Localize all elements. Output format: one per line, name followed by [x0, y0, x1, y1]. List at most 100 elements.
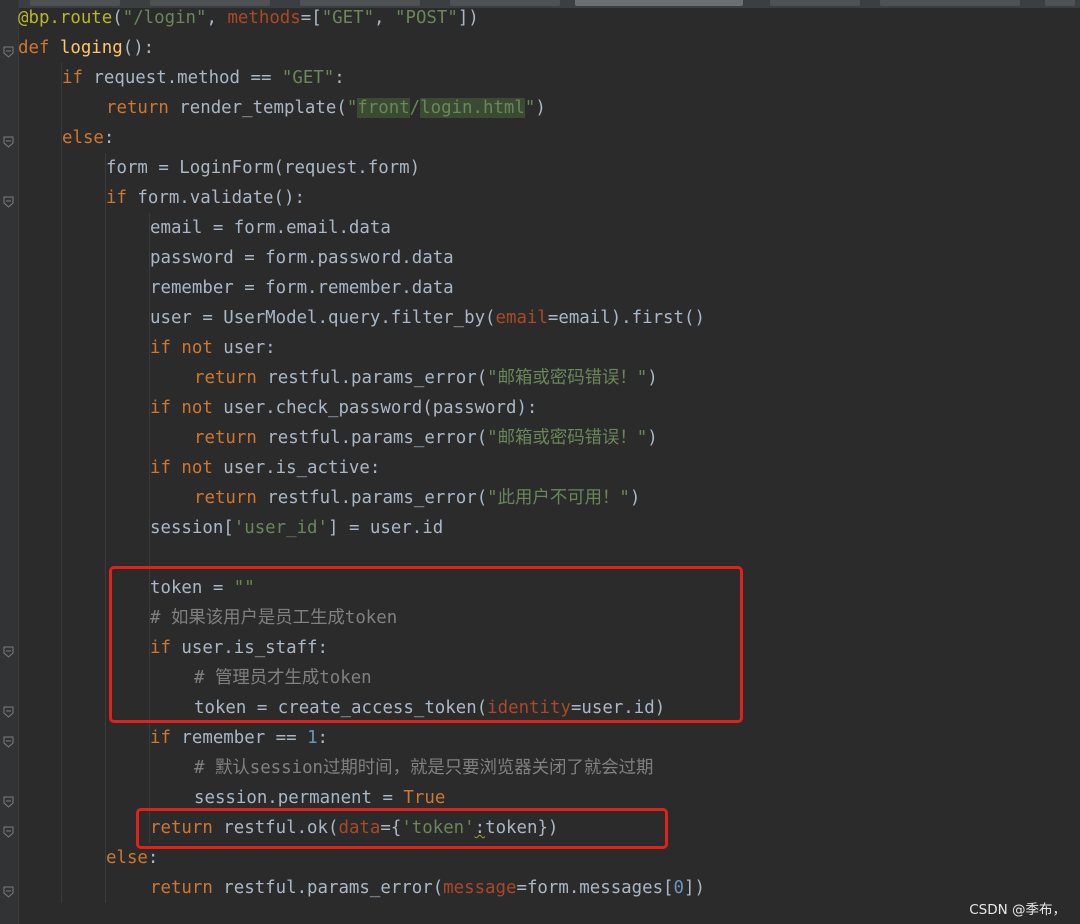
- code-token: email: [495, 308, 548, 328]
- code-token: (: [112, 8, 123, 28]
- code-line[interactable]: if not user.is_active:: [150, 453, 380, 483]
- fold-marker-icon[interactable]: [3, 193, 14, 208]
- code-line[interactable]: return restful.params_error("邮箱或密码错误！"): [194, 363, 658, 393]
- code-token: "此用户不可用！": [487, 488, 630, 508]
- code-token: ): [647, 428, 658, 448]
- code-line[interactable]: if remember == 1:: [150, 723, 328, 753]
- code-line[interactable]: user = UserModel.query.filter_by(email=e…: [150, 303, 705, 333]
- code-line[interactable]: # 默认session过期时间，就是只要浏览器关闭了就会过期: [194, 753, 653, 783]
- code-token: else: [62, 128, 104, 148]
- code-token: ]): [457, 8, 479, 28]
- code-line[interactable]: if not user:: [150, 333, 276, 363]
- code-token: ): [647, 368, 658, 388]
- code-token: True: [403, 788, 446, 808]
- code-token: ():: [122, 38, 155, 58]
- code-token: password = form.password.data: [150, 248, 454, 268]
- code-token: message: [443, 878, 517, 898]
- code-line[interactable]: return restful.params_error("此用户不可用！"): [194, 483, 640, 513]
- editor-gutter[interactable]: [0, 0, 19, 924]
- code-line[interactable]: password = form.password.data: [150, 243, 454, 273]
- code-line[interactable]: return render_template("front/login.html…: [106, 93, 546, 123]
- code-token: user = UserModel.query.filter_by(: [150, 308, 496, 328]
- code-token: def: [18, 38, 60, 58]
- code-token: restful.params_error(: [223, 878, 444, 898]
- code-token: form = LoginForm(request.form): [106, 158, 421, 178]
- code-token: :: [103, 128, 115, 148]
- code-token: if: [106, 188, 138, 208]
- code-token: 'user_id': [233, 518, 328, 538]
- highlight-box-return: [136, 808, 668, 849]
- fold-marker-icon[interactable]: [3, 43, 14, 58]
- fold-marker-icon[interactable]: [3, 823, 14, 838]
- code-token: ] = user.id: [328, 518, 444, 538]
- code-line[interactable]: email = form.email.data: [150, 213, 391, 243]
- code-token: "邮箱或密码错误！": [487, 368, 648, 388]
- code-token: return: [194, 488, 268, 508]
- code-token: if: [62, 68, 94, 88]
- code-line[interactable]: else:: [62, 123, 114, 153]
- fold-marker-icon[interactable]: [3, 703, 14, 718]
- code-token: ]): [684, 878, 705, 898]
- code-token: return: [150, 878, 224, 898]
- code-token: ": [346, 98, 358, 118]
- code-token: render_template(: [179, 98, 347, 118]
- csdn-watermark: CSDN @季布，: [969, 902, 1066, 918]
- code-line[interactable]: if request.method == "GET":: [62, 63, 345, 93]
- code-token: user:: [223, 338, 276, 358]
- code-token: methods: [227, 8, 301, 28]
- code-token: restful.params_error(: [267, 488, 488, 508]
- code-token: 1: [307, 728, 318, 748]
- code-token: # 默认session过期时间，就是只要浏览器关闭了就会过期: [194, 758, 654, 778]
- code-token: else: [106, 848, 148, 868]
- code-token: email = form.email.data: [150, 218, 391, 238]
- fold-marker-icon[interactable]: [3, 133, 14, 148]
- code-token: return: [194, 428, 268, 448]
- code-line[interactable]: form = LoginForm(request.form): [106, 153, 420, 183]
- code-line[interactable]: session['user_id'] = user.id: [150, 513, 443, 543]
- code-line[interactable]: if form.validate():: [106, 183, 305, 213]
- code-token: remember = form.remember.data: [150, 278, 454, 298]
- code-line[interactable]: @bp.route("/login", methods=["GET", "POS…: [18, 3, 479, 33]
- code-token: =[: [300, 8, 322, 28]
- code-token: if not: [150, 458, 224, 478]
- code-token: :: [147, 848, 159, 868]
- fold-marker-icon[interactable]: [3, 733, 14, 748]
- code-line[interactable]: if not user.check_password(password):: [150, 393, 537, 423]
- editor-tab-active[interactable]: [575, 0, 743, 6]
- highlight-box-token: [109, 566, 743, 723]
- code-token: if not: [150, 398, 224, 418]
- indent-guide-line: [105, 153, 106, 903]
- code-token: return: [106, 98, 180, 118]
- code-token: user.is_active:: [223, 458, 381, 478]
- code-line[interactable]: return restful.params_error("邮箱或密码错误！"): [194, 423, 658, 453]
- code-token: "/login": [122, 8, 207, 28]
- code-token: restful.params_error(: [267, 368, 488, 388]
- code-token: return: [194, 368, 268, 388]
- code-token: :: [317, 728, 329, 748]
- editor-tab[interactable]: [1045, 0, 1075, 6]
- code-token: "邮箱或密码错误！": [487, 428, 648, 448]
- code-line[interactable]: remember = form.remember.data: [150, 273, 454, 303]
- code-token: request.method ==: [93, 68, 282, 88]
- code-line[interactable]: return restful.params_error(message=form…: [150, 873, 705, 903]
- fold-marker-icon[interactable]: [3, 883, 14, 898]
- code-token: :: [334, 68, 345, 88]
- code-line[interactable]: def loging():: [18, 33, 154, 63]
- fold-marker-icon[interactable]: [3, 793, 14, 808]
- code-token: =form.messages[: [516, 878, 674, 898]
- code-token: user.check_password(password):: [223, 398, 538, 418]
- editor-tab[interactable]: [770, 0, 860, 6]
- code-token: session.permanent =: [194, 788, 404, 808]
- code-token: restful.params_error(: [267, 428, 488, 448]
- code-token: "GET": [281, 68, 335, 88]
- code-token: ): [535, 98, 546, 118]
- code-token: ,: [206, 8, 228, 28]
- code-token: if not: [150, 338, 224, 358]
- code-token: "GET": [321, 8, 375, 28]
- indent-guide-line: [61, 63, 62, 903]
- code-token: ,: [374, 8, 395, 28]
- fold-marker-icon[interactable]: [3, 643, 14, 658]
- code-token: ): [629, 488, 641, 508]
- editor-tab[interactable]: [880, 0, 1020, 6]
- code-token: /: [409, 98, 421, 118]
